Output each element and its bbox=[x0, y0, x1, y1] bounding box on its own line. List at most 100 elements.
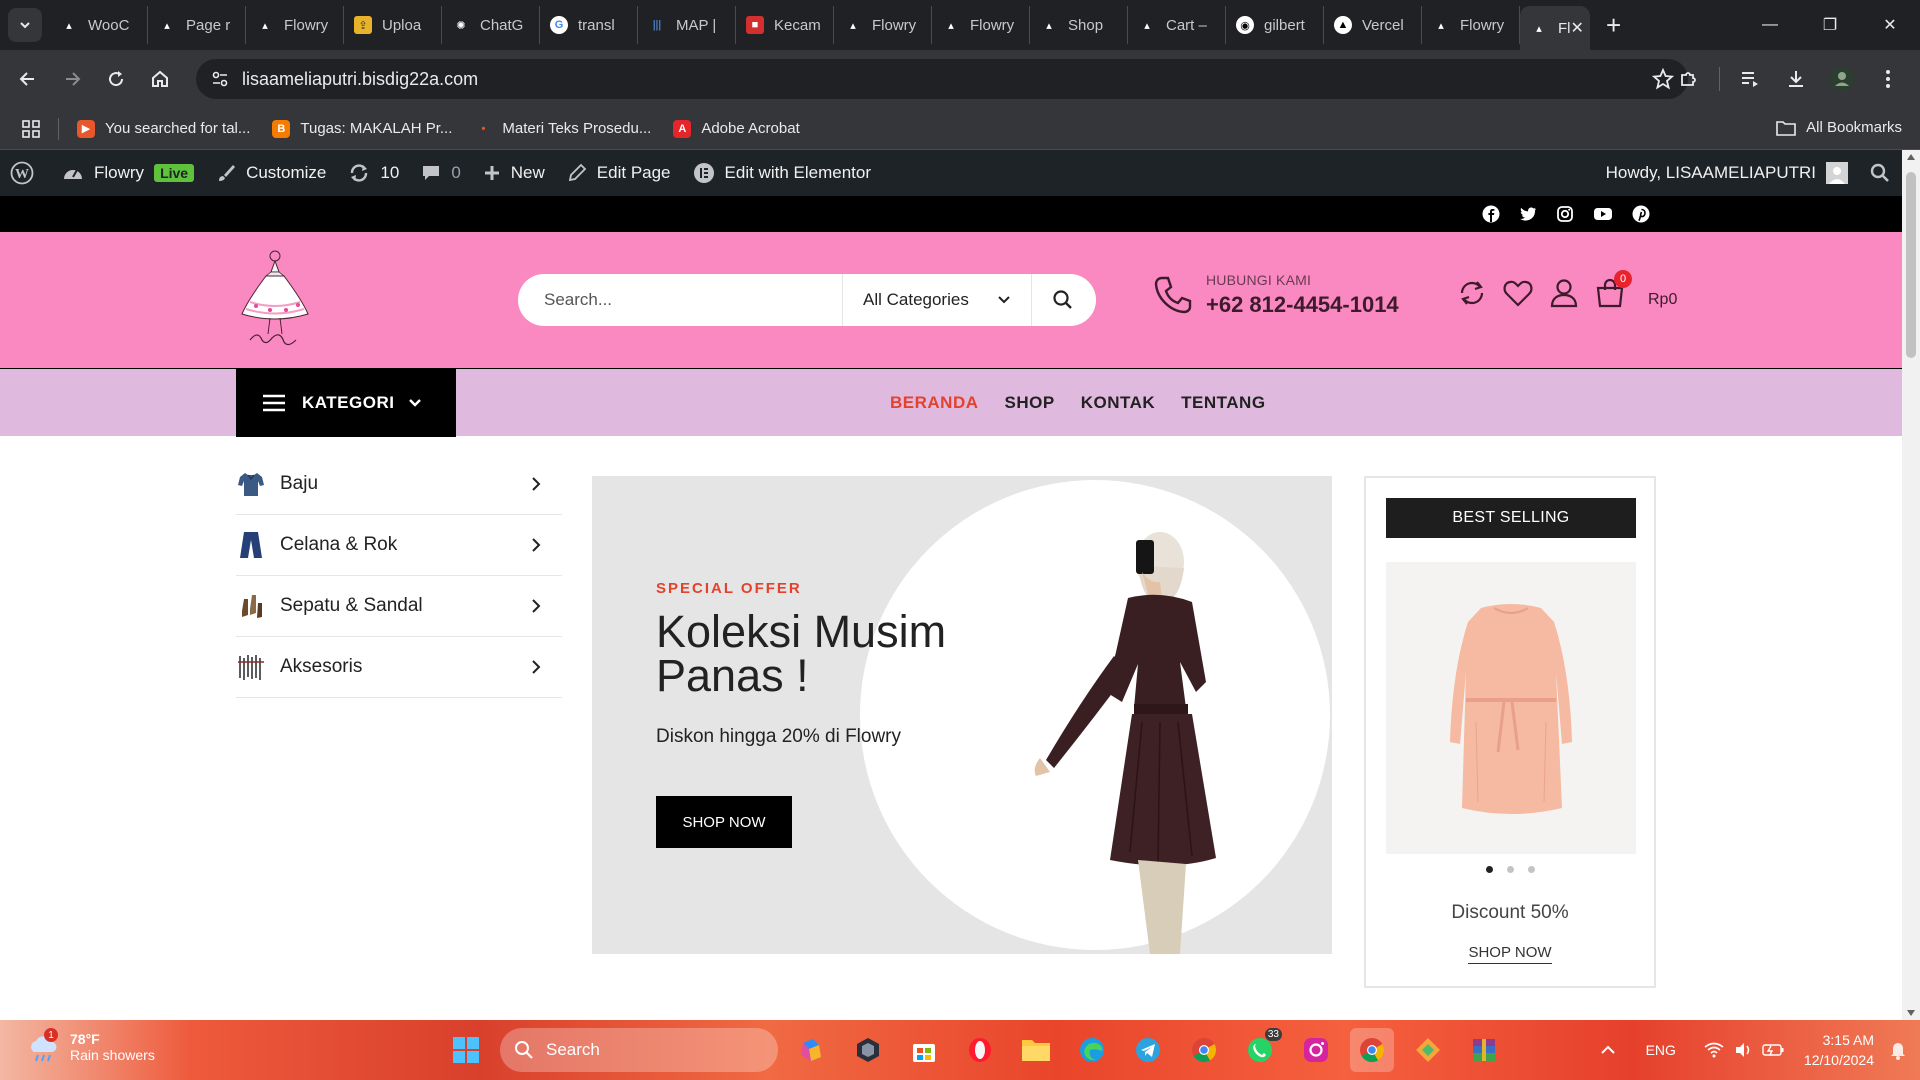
opera-app[interactable] bbox=[958, 1028, 1002, 1072]
nav-beranda[interactable]: BERANDA bbox=[890, 393, 979, 413]
apps-button[interactable] bbox=[22, 119, 40, 138]
bookmark-item[interactable]: • Materi Teks Prosedu... bbox=[474, 120, 651, 138]
tab-search-button[interactable] bbox=[8, 8, 42, 42]
category-item-aksesoris[interactable]: Aksesoris bbox=[236, 637, 562, 698]
nav-shop[interactable]: SHOP bbox=[1005, 393, 1055, 413]
wp-updates[interactable]: 10 bbox=[348, 162, 399, 184]
browser-tab[interactable]: Gtransl bbox=[540, 6, 638, 44]
bookmark-item[interactable]: A Adobe Acrobat bbox=[673, 119, 800, 138]
browser-tab[interactable]: ◉ gilbert bbox=[1226, 6, 1324, 44]
new-tab-button[interactable]: + bbox=[1606, 10, 1621, 41]
all-bookmarks-button[interactable]: All Bookmarks bbox=[1776, 119, 1902, 136]
category-select[interactable]: All Categories bbox=[842, 274, 1032, 326]
chevron-up-icon[interactable] bbox=[1600, 1044, 1616, 1056]
wp-new-content[interactable]: New bbox=[483, 163, 545, 183]
home-button[interactable] bbox=[138, 57, 182, 101]
search-icon[interactable] bbox=[1052, 289, 1074, 311]
profile-button[interactable] bbox=[1820, 57, 1864, 101]
carousel-dot[interactable] bbox=[1506, 866, 1514, 873]
close-window-button[interactable]: ✕ bbox=[1860, 0, 1920, 50]
chrome-profile-app[interactable] bbox=[1350, 1028, 1394, 1072]
browser-tab[interactable]: ▴ Cart – bbox=[1128, 6, 1226, 44]
browser-tab[interactable]: ▴ Shop bbox=[1030, 6, 1128, 44]
category-item-baju[interactable]: Baju bbox=[236, 454, 562, 515]
chrome-app[interactable] bbox=[1182, 1028, 1226, 1072]
twitter-icon[interactable] bbox=[1519, 205, 1537, 223]
page-scrollbar[interactable] bbox=[1902, 150, 1920, 1020]
wp-account[interactable]: Howdy, LISAAMELIAPUTRI bbox=[1606, 150, 1890, 196]
notification-bell-icon[interactable] bbox=[1890, 1040, 1906, 1060]
forward-button[interactable] bbox=[50, 57, 94, 101]
browser-tab[interactable]: ||| MAP | bbox=[638, 6, 736, 44]
browser-tab[interactable]: ⇪ Uploa bbox=[344, 6, 442, 44]
reload-button[interactable] bbox=[94, 57, 138, 101]
browser-tab[interactable]: ▴ Flowry bbox=[246, 6, 344, 44]
instagram-icon[interactable] bbox=[1556, 205, 1574, 223]
file-explorer-app[interactable] bbox=[1014, 1028, 1058, 1072]
extensions-button[interactable] bbox=[1667, 57, 1711, 101]
whatsapp-app[interactable]: 33 bbox=[1238, 1028, 1282, 1072]
browser-tab[interactable]: ✺ ChatG bbox=[442, 6, 540, 44]
browser-tab[interactable]: ▲ Vercel bbox=[1324, 6, 1422, 44]
search-icon[interactable] bbox=[1870, 163, 1890, 183]
hero-shop-now-button[interactable]: SHOP NOW bbox=[656, 796, 792, 848]
language-indicator[interactable]: ENG bbox=[1646, 1042, 1676, 1058]
minimize-button[interactable]: — bbox=[1740, 0, 1800, 50]
contact-block[interactable]: HUBUNGI KAMI +62 812-4454-1014 bbox=[1152, 272, 1399, 318]
pinterest-icon[interactable] bbox=[1632, 205, 1650, 223]
weather-widget[interactable]: 1 78°F Rain showers bbox=[26, 1028, 155, 1064]
wp-edit-elementor[interactable]: Edit with Elementor bbox=[693, 162, 871, 184]
carousel-dot[interactable] bbox=[1527, 866, 1535, 873]
scroll-up-icon[interactable] bbox=[1907, 154, 1915, 160]
kategori-menu-button[interactable]: KATEGORI bbox=[236, 368, 456, 437]
git-app[interactable] bbox=[1406, 1028, 1450, 1072]
clock[interactable]: 3:15 AM 12/10/2024 bbox=[1804, 1030, 1874, 1070]
best-selling-shop-link[interactable]: SHOP NOW bbox=[1366, 944, 1654, 964]
nav-tentang[interactable]: TENTANG bbox=[1181, 393, 1265, 413]
scrollbar-thumb[interactable] bbox=[1906, 172, 1916, 358]
copilot-app[interactable] bbox=[790, 1028, 834, 1072]
bookmark-item[interactable]: B Tugas: MAKALAH Pr... bbox=[272, 119, 452, 138]
wp-edit-page[interactable]: Edit Page bbox=[567, 163, 671, 183]
wp-site-menu[interactable]: Flowry Live bbox=[62, 163, 195, 183]
dark-app[interactable] bbox=[846, 1028, 890, 1072]
compare-button[interactable] bbox=[1456, 277, 1488, 309]
category-item-sepatu-sandal[interactable]: Sepatu & Sandal bbox=[236, 576, 562, 637]
telegram-app[interactable] bbox=[1126, 1028, 1170, 1072]
wp-customize[interactable]: Customize bbox=[216, 163, 326, 183]
nav-kontak[interactable]: KONTAK bbox=[1081, 393, 1155, 413]
carousel-dot[interactable] bbox=[1485, 866, 1493, 873]
winrar-app[interactable] bbox=[1462, 1028, 1506, 1072]
edge-app[interactable] bbox=[1070, 1028, 1114, 1072]
wp-comments[interactable]: 0 bbox=[421, 163, 461, 183]
wishlist-button[interactable] bbox=[1502, 277, 1534, 309]
browser-tab[interactable]: ▴ Flowry bbox=[932, 6, 1030, 44]
account-button[interactable] bbox=[1548, 277, 1580, 309]
search-input[interactable] bbox=[544, 290, 864, 310]
taskbar-search[interactable]: Search bbox=[500, 1028, 778, 1072]
downloads-button[interactable] bbox=[1774, 57, 1818, 101]
address-bar[interactable]: lisaameliaputri.bisdig22a.com bbox=[196, 59, 1688, 99]
browser-tab-active[interactable]: ▴ Fl ✕ bbox=[1520, 6, 1590, 50]
best-selling-product-image[interactable] bbox=[1386, 562, 1636, 854]
wp-logo-menu[interactable]: W bbox=[10, 161, 44, 185]
store-app[interactable] bbox=[902, 1028, 946, 1072]
browser-tab[interactable]: ▴ Flowry bbox=[834, 6, 932, 44]
start-button[interactable] bbox=[444, 1028, 488, 1072]
instagram-app[interactable] bbox=[1294, 1028, 1338, 1072]
media-button[interactable] bbox=[1728, 57, 1772, 101]
scroll-down-icon[interactable] bbox=[1907, 1010, 1915, 1016]
restore-button[interactable]: ❐ bbox=[1800, 0, 1860, 50]
cart-total[interactable]: Rp0 bbox=[1648, 291, 1677, 309]
facebook-icon[interactable] bbox=[1482, 205, 1500, 223]
quick-settings[interactable] bbox=[1704, 1042, 1784, 1058]
browser-menu-button[interactable] bbox=[1866, 57, 1910, 101]
cart-button[interactable]: 0 bbox=[1594, 270, 1632, 309]
close-tab-icon[interactable]: ✕ bbox=[1571, 18, 1584, 38]
bookmark-item[interactable]: ▶ You searched for tal... bbox=[77, 119, 250, 138]
youtube-icon[interactable] bbox=[1593, 205, 1613, 223]
browser-tab[interactable]: ▴ WooC bbox=[50, 6, 148, 44]
browser-tab[interactable]: ▴ Flowry bbox=[1422, 6, 1520, 44]
flowry-logo[interactable] bbox=[236, 244, 314, 350]
browser-tab[interactable]: ■ Kecam bbox=[736, 6, 834, 44]
